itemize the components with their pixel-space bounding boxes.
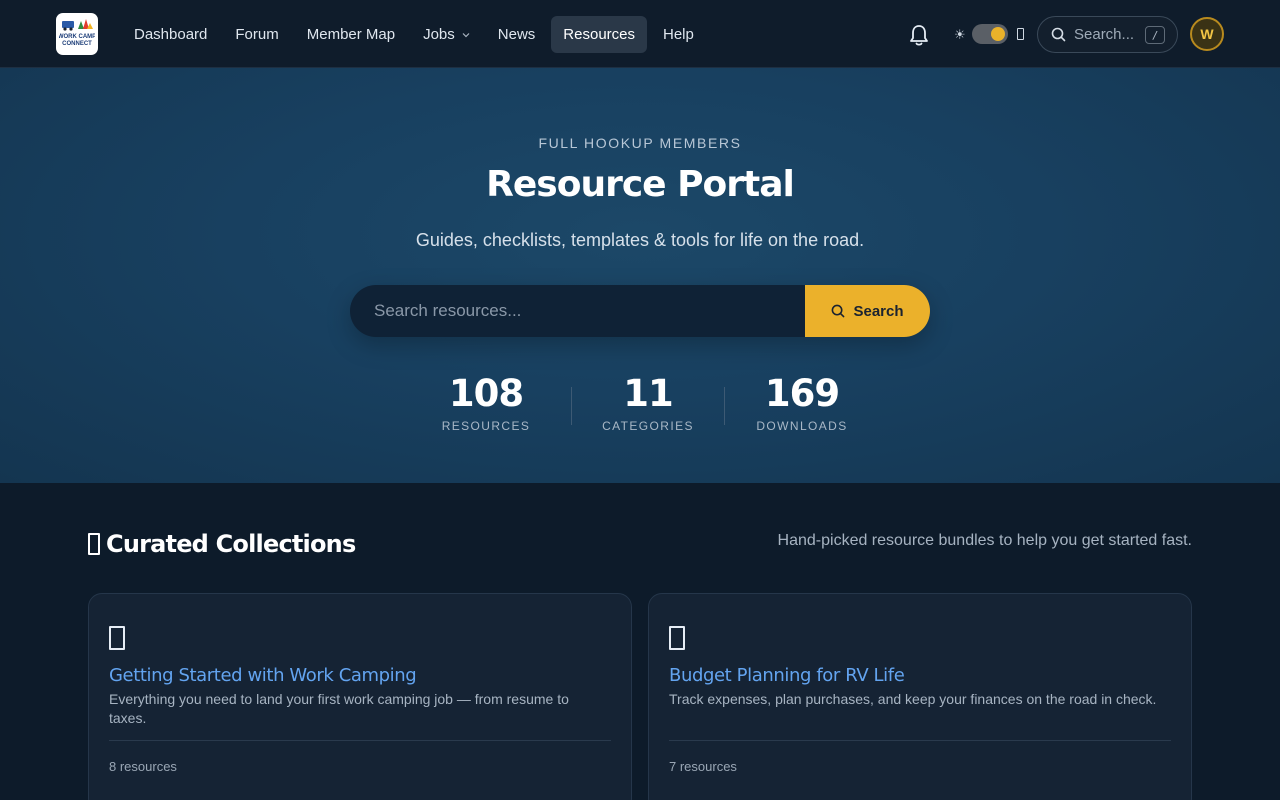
nav-help-label: Help (663, 26, 694, 43)
hero-eyebrow: FULL HOOKUP MEMBERS (538, 135, 742, 151)
stat-divider (571, 387, 572, 425)
nav-news-label: News (497, 26, 536, 43)
hero-section: FULL HOOKUP MEMBERS Resource Portal Guid… (0, 68, 1280, 483)
collections-heading: Curated Collections (88, 530, 356, 558)
resource-search-bar: Search (350, 285, 930, 337)
nav-jobs-dropdown[interactable]: Jobs (411, 16, 482, 53)
nav-news[interactable]: News (486, 16, 548, 53)
svg-text:CONNECT: CONNECT (62, 41, 92, 47)
nav-member-map-label: Member Map (306, 26, 396, 43)
theme-switcher: ☀ (954, 22, 1024, 46)
collection-count: 8 resources (109, 759, 177, 774)
resource-search-input[interactable] (350, 285, 805, 337)
stat-resources: 108 RESOURCES (421, 372, 551, 433)
toggle-knob (990, 27, 1005, 41)
collections-note: Hand-picked resource bundles to help you… (777, 532, 1192, 549)
collection-card-getting-started[interactable]: Getting Started with Work Camping Everyt… (88, 593, 632, 800)
resource-search-button[interactable]: Search (805, 285, 930, 337)
stat-downloads: 169 DOWNLOADS (745, 372, 859, 433)
site-logo[interactable]: WORK CAMP CONNECT (56, 13, 98, 55)
bell-icon[interactable] (906, 22, 932, 48)
user-avatar[interactable]: W (1190, 17, 1224, 51)
global-search-input[interactable]: Search... / (1037, 16, 1178, 53)
global-search-placeholder: Search... (1074, 26, 1135, 43)
svg-text:WORK CAMP: WORK CAMP (59, 34, 95, 40)
stat-label: CATEGORIES (602, 419, 694, 433)
hero-subtitle: Guides, checklists, templates & tools fo… (415, 230, 865, 250)
chevron-down-icon (462, 32, 470, 37)
sun-icon: ☀ (954, 26, 966, 42)
collection-title[interactable]: Getting Started with Work Camping (109, 665, 417, 686)
collections-title: Curated Collections (106, 530, 356, 558)
nav-dashboard-label: Dashboard (134, 26, 208, 43)
nav-jobs-label: Jobs (423, 26, 455, 43)
search-icon (832, 304, 845, 318)
search-button-label: Search (853, 302, 904, 320)
collection-description: Everything you need to land your first w… (109, 691, 569, 726)
theme-toggle[interactable] (971, 24, 1008, 44)
card-divider (669, 740, 1171, 741)
collection-icon (669, 626, 685, 650)
nav-help[interactable]: Help (651, 16, 706, 53)
search-shortcut-key: / (1145, 26, 1165, 44)
collection-card-budget-planning[interactable]: Budget Planning for RV Life Track expens… (648, 593, 1192, 800)
collection-title[interactable]: Budget Planning for RV Life (669, 665, 905, 686)
stat-value: 11 (623, 372, 674, 415)
collection-icon (109, 626, 125, 650)
search-icon (1051, 27, 1066, 42)
stat-value: 108 (448, 372, 524, 415)
nav-resources-label: Resources (563, 26, 635, 43)
top-navbar: WORK CAMP CONNECT Dashboard Forum Member… (0, 0, 1280, 68)
collection-description: Track expenses, plan purchases, and keep… (669, 691, 1157, 707)
stats-row: 108 RESOURCES 11 CATEGORIES 169 DOWNLOAD… (0, 372, 1280, 433)
collection-count: 7 resources (669, 759, 737, 774)
card-divider (109, 740, 611, 741)
nav-member-map[interactable]: Member Map (295, 16, 407, 53)
stat-value: 169 (764, 372, 840, 415)
stat-divider (724, 387, 725, 425)
nav-dashboard[interactable]: Dashboard (122, 16, 219, 53)
main-nav: Dashboard Forum Member Map Jobs News Res… (122, 16, 706, 53)
stat-categories: 11 CATEGORIES (592, 372, 704, 433)
nav-resources[interactable]: Resources (551, 16, 647, 53)
collections-icon (88, 533, 100, 555)
stat-label: DOWNLOADS (756, 419, 848, 433)
stat-label: RESOURCES (441, 419, 531, 433)
nav-forum-label: Forum (235, 26, 279, 43)
nav-forum[interactable]: Forum (223, 16, 290, 53)
logo-image: WORK CAMP CONNECT (59, 19, 95, 47)
page-title: Resource Portal (486, 164, 795, 205)
moon-icon (1016, 28, 1024, 40)
avatar-initial: W (1200, 26, 1214, 42)
